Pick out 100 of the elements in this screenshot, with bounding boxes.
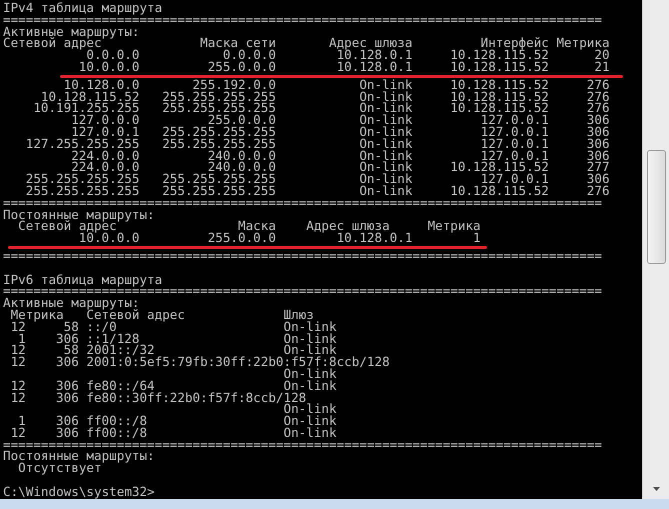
table-cell: 255.255.255.255 [162,138,276,150]
table-cell: 10.0.0.0 [78,232,140,244]
table-cell: 255.255.255.255 [26,173,140,185]
table-cell: ff00::/8 [86,415,148,427]
table-cell: 10.128.115.52 [450,90,549,102]
scrollbar-thumb[interactable] [646,150,666,264]
table-cell: 10.128.115.52 [450,49,549,61]
table-cell: 0.0.0.0 [86,49,140,61]
table-cell: 255.192.0.0 [192,78,276,91]
table-cell: 306 [56,426,79,439]
table-cell: 276 [586,90,610,102]
table-cell: fe80::/64 [86,380,155,392]
table-cell: On-link [359,78,412,91]
table-cell: 255.255.255.255 [162,102,276,114]
scrollbar[interactable] [642,0,669,499]
column-header: Сетевой адрес [18,220,117,232]
table-cell: 12 [10,344,26,356]
table-cell: On-link [284,344,337,356]
column-header: Маска сети [200,37,276,50]
table-cell: 1 [473,232,481,244]
table-cell: 306 [56,356,79,368]
table-cell: 276 [586,102,610,114]
table-cell: 10.128.0.0 [64,78,140,91]
table-cell: 10.128.115.52 [450,78,549,91]
table-cell: 240.0.0.0 [208,150,276,162]
table-cell: 21 [594,60,610,73]
table-cell: On-link [359,114,412,126]
table-cell: 10.128.115.52 [450,102,549,114]
table-cell: 10.191.255.255 [33,102,140,114]
column-header: Адрес шлюза [306,220,390,232]
section-heading: Постоянные маршруты: [3,450,155,462]
table-cell: 1 [18,332,26,344]
table-cell: 10.128.115.52 [450,60,549,73]
table-cell: On-link [359,161,412,174]
column-header: Метрика [556,37,610,50]
column-header: Адрес шлюза [329,37,412,50]
table-cell: On-link [284,415,337,427]
table-cell: 224.0.0.0 [71,150,140,162]
table-cell: On-link [284,380,337,392]
table-cell: 127.0.0.1 [480,173,549,185]
section-heading: Постоянные маршруты: [3,208,155,220]
caret-down-icon [652,487,660,491]
table-cell: 127.255.255.255 [26,138,140,150]
column-header: Шлюз [284,308,314,321]
column-header: Интерфейс [480,37,549,50]
table-cell: 10.128.115.52 [40,90,140,102]
table-cell: 0.0.0.0 [222,49,276,61]
table-cell: 224.0.0.0 [71,161,140,174]
table-cell: On-link [284,332,337,344]
table-cell: ff00::/8 [86,426,148,439]
table-cell: On-link [284,426,337,439]
table-cell: On-link [359,150,412,162]
table-cell: 12 [10,320,26,333]
table-cell: ::/0 [86,320,117,333]
table-cell: 255.255.255.255 [26,184,140,197]
table-cell: 255.0.0.0 [208,114,276,126]
table-cell: On-link [359,173,412,185]
table-cell: 306 [586,150,610,162]
table-cell: 306 [56,380,79,392]
section-heading: Активные маршруты: [3,297,140,309]
table-cell: 12 [10,380,26,392]
separator-text: =============================================================================== [3,14,602,26]
table-cell: 127.0.0.0 [71,114,140,126]
section-heading: Активные маршруты: [3,26,140,38]
table-cell: 127.0.0.1 [480,150,549,162]
table-cell: On-link [284,403,337,416]
table-cell: 127.0.0.1 [480,126,549,138]
column-header: Сетевой адрес [3,37,102,50]
table-cell: 10.128.115.52 [450,161,549,174]
table-cell: On-link [359,126,412,138]
table-cell: 255.255.255.255 [162,126,276,138]
table-cell: 2001:0:5ef5:79fb:30ff:22b0:f57f:8ccb/128 [86,356,390,368]
table-cell: 277 [586,161,610,174]
table-cell: 127.0.0.1 [480,114,549,126]
separator-text: =============================================================================== [3,196,602,209]
table-cell: fe80::30ff:22b0:f57f:8ccb/128 [86,392,306,404]
table-cell: 12 [10,356,26,368]
column-header: Маска [238,220,276,232]
table-cell: On-link [359,138,412,150]
table-cell: 2001::/32 [86,344,155,356]
table-cell: 58 [64,344,79,356]
column-header: Метрика [428,220,481,232]
table-cell: 276 [586,184,610,197]
table-cell: 255.0.0.0 [208,60,276,73]
table-cell: 306 [56,332,79,344]
table-cell: 306 [586,138,610,150]
table-cell: 10.128.0.1 [336,232,412,244]
table-cell: On-link [284,320,337,333]
table-cell: 255.0.0.0 [208,232,276,244]
column-header: Сетевой адрес [86,308,185,321]
table-cell: On-link [284,368,337,380]
separator-text: =============================================================================== [3,250,602,262]
table-cell: 276 [586,78,610,91]
table-cell: 255.255.255.255 [162,90,276,102]
table-cell: 255.255.255.255 [162,184,276,197]
table-cell: 127.0.0.1 [71,126,140,138]
table-cell: 10.128.0.1 [336,49,412,61]
table-cell: 20 [594,49,610,61]
table-cell: 127.0.0.1 [480,138,549,150]
empty-text: Отсутствует [18,462,102,474]
